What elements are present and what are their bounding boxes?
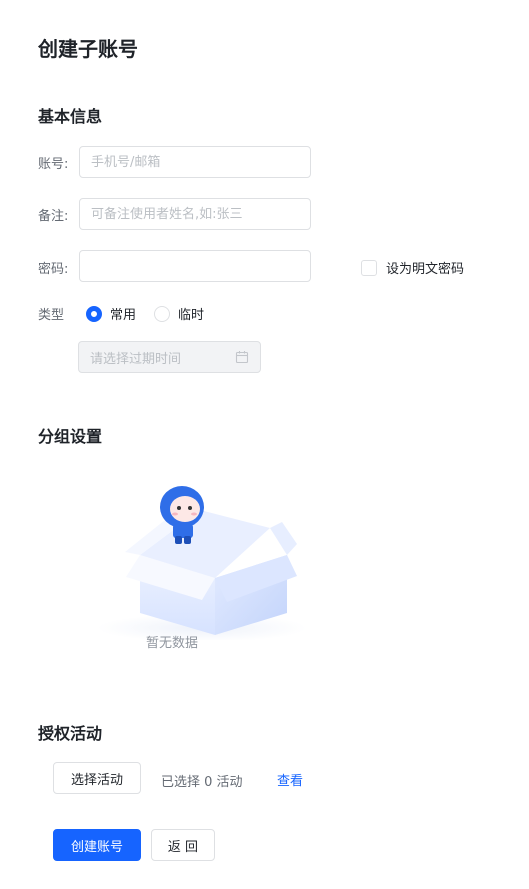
select-activity-button[interactable]: 选择活动 — [53, 762, 141, 794]
password-input[interactable] — [79, 250, 311, 282]
selected-count-text: 已选择 0 活动 — [161, 775, 243, 790]
remark-input[interactable] — [79, 198, 311, 230]
view-link[interactable]: 查看 — [277, 770, 303, 789]
radio-regular[interactable]: 常用 — [86, 304, 136, 323]
empty-state-text: 暂无数据 — [146, 636, 199, 651]
account-input[interactable] — [79, 146, 311, 178]
show-password-checkbox[interactable]: 设为明文密码 — [361, 258, 464, 277]
group-settings-title: 分组设置 — [38, 427, 103, 446]
back-button[interactable]: 返 回 — [151, 829, 215, 861]
radio-regular-label: 常用 — [110, 308, 137, 323]
create-account-button[interactable]: 创建账号 — [53, 829, 141, 861]
checkbox-box[interactable] — [361, 259, 377, 276]
password-label: 密码: — [38, 262, 69, 277]
basic-info-title: 基本信息 — [38, 107, 103, 126]
account-label: 账号: — [38, 157, 69, 172]
page-title: 创建子账号 — [38, 37, 138, 61]
radio-temporary-circle[interactable] — [154, 305, 170, 322]
radio-regular-circle[interactable] — [86, 305, 102, 322]
radio-temporary[interactable]: 临时 — [154, 304, 204, 323]
empty-box-illustration — [97, 486, 307, 640]
authorized-activities-title: 授权活动 — [38, 724, 103, 743]
radio-temporary-label: 临时 — [178, 308, 205, 323]
expire-date-placeholder: 请选择过期时间 — [90, 351, 182, 367]
expire-date-picker[interactable]: 请选择过期时间 — [78, 341, 261, 373]
type-label: 类型 — [38, 308, 65, 323]
remark-label: 备注: — [38, 209, 69, 224]
calendar-icon — [235, 351, 249, 364]
show-password-label: 设为明文密码 — [386, 262, 465, 277]
